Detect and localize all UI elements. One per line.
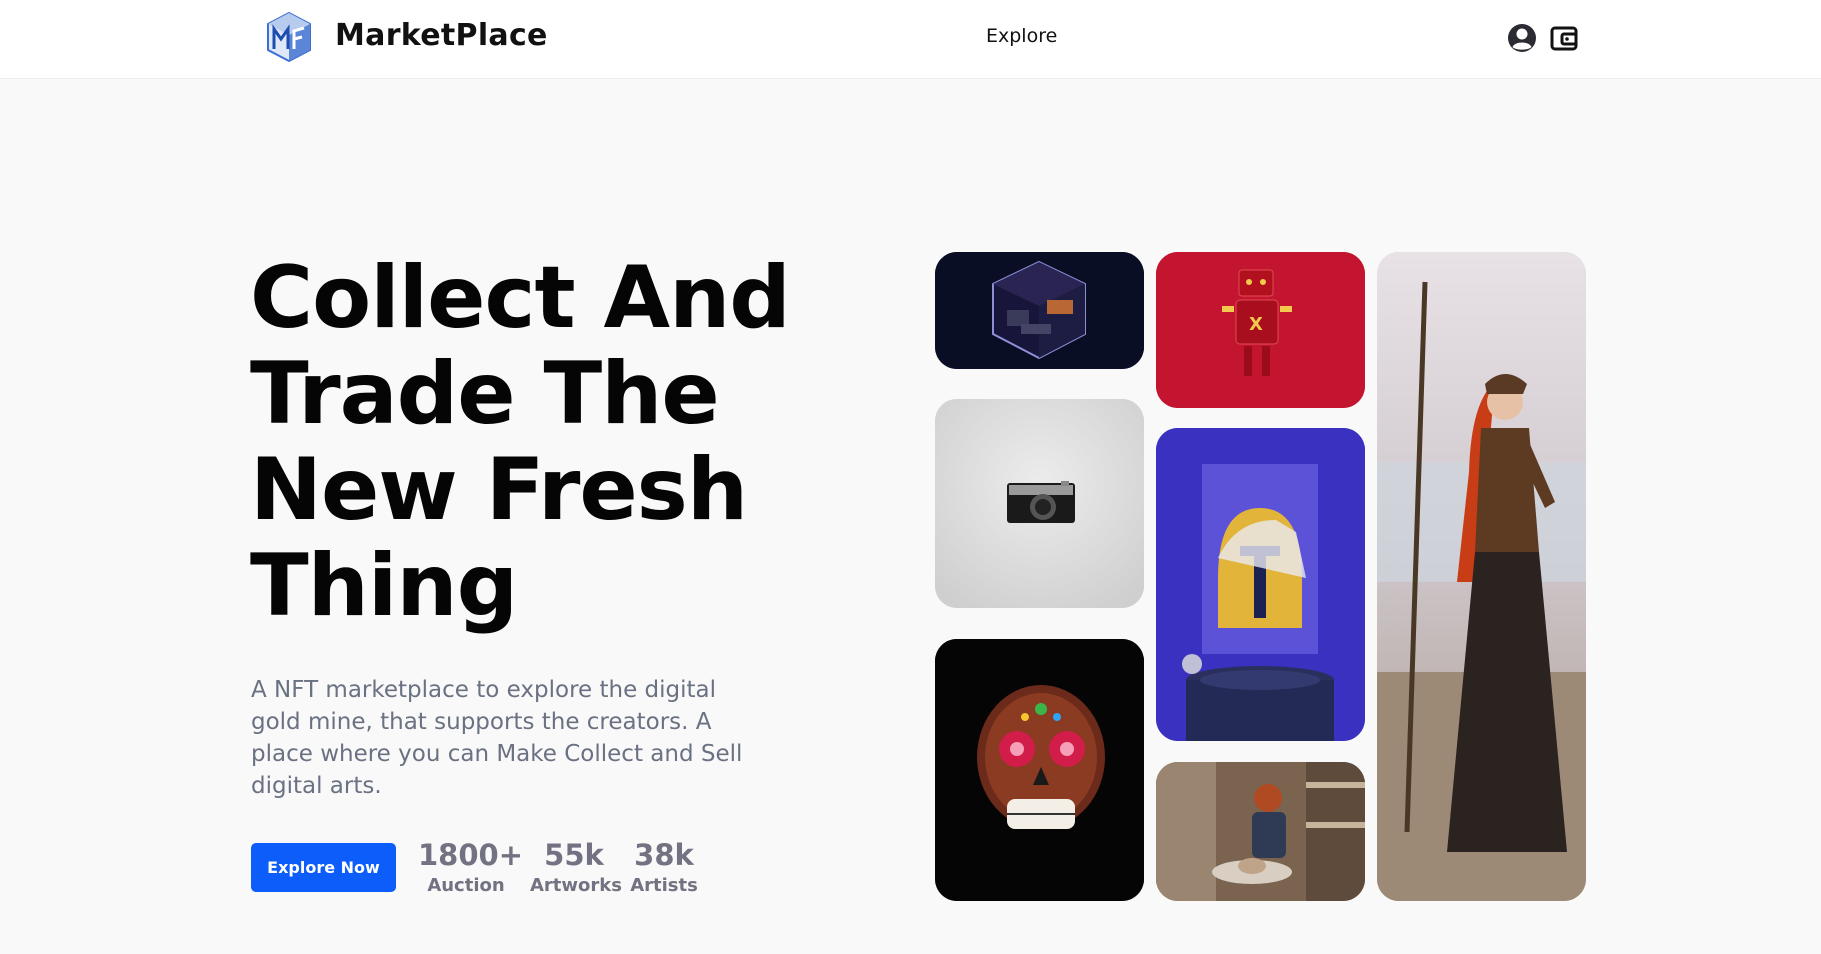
stat-artists: 38k Artists <box>630 837 698 899</box>
pottery-artist-photo[interactable] <box>1156 762 1365 901</box>
stat-value: 55k <box>544 838 604 872</box>
headline-line: Thing <box>250 536 518 636</box>
svg-text:X: X <box>1249 314 1263 335</box>
red-robot-art[interactable]: X <box>1156 252 1365 408</box>
wallet-icon[interactable] <box>1548 22 1580 54</box>
user-icon[interactable] <box>1506 22 1538 54</box>
stat-auction: 1800+ Auction <box>418 837 524 899</box>
nav-link-explore[interactable]: Explore <box>986 25 1057 47</box>
headline-line: Trade The <box>250 344 720 444</box>
stat-artworks: 55k Artworks <box>530 837 622 899</box>
explore-now-button[interactable]: Explore Now <box>251 843 396 892</box>
sugar-skull-art[interactable] <box>935 639 1144 901</box>
stat-label: Artists <box>630 875 698 896</box>
brand-name[interactable]: MarketPlace <box>335 18 548 53</box>
stat-label: Auction <box>427 875 505 896</box>
navbar: MarketPlace Explore <box>0 0 1821 79</box>
headline-line: Collect And <box>250 248 791 348</box>
stat-value: 1800+ <box>418 838 524 872</box>
mandalorian-helmet-art[interactable] <box>1156 428 1365 741</box>
stat-label: Artworks <box>530 875 622 896</box>
camera-art[interactable] <box>935 399 1144 608</box>
hero-headline: Collect And Trade The New Fresh Thing <box>250 250 890 634</box>
forest-warrior-photo[interactable] <box>1377 252 1586 901</box>
hero-description: A NFT marketplace to explore the digital… <box>251 677 743 799</box>
headline-line: New Fresh <box>250 440 748 540</box>
marketplace-logo-icon[interactable] <box>264 11 314 63</box>
isometric-room-art[interactable] <box>935 252 1144 369</box>
stat-value: 38k <box>634 838 694 872</box>
